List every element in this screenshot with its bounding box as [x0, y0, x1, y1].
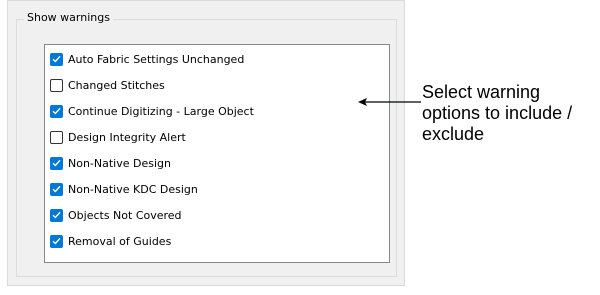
- checkmark-icon: [52, 185, 61, 193]
- checkbox[interactable]: [50, 104, 63, 118]
- checkbox-label: Objects Not Covered: [68, 208, 182, 222]
- warnings-checklist: Auto Fabric Settings Unchanged Changed S…: [44, 44, 390, 263]
- checkbox-label: Design Integrity Alert: [68, 130, 186, 144]
- checkbox-item-auto-fabric-settings-unchanged[interactable]: Auto Fabric Settings Unchanged: [50, 50, 244, 68]
- checkmark-icon: [52, 55, 61, 63]
- settings-panel: Show warnings Auto Fabric Settings Uncha…: [7, 0, 405, 286]
- checkbox[interactable]: [50, 156, 63, 170]
- checkbox-item-design-integrity-alert[interactable]: Design Integrity Alert: [50, 128, 186, 146]
- callout-line: Select warning: [422, 82, 541, 102]
- checkbox-item-removal-of-guides[interactable]: Removal of Guides: [50, 232, 171, 250]
- checkmark-icon: [52, 211, 61, 219]
- checkmark-icon: [52, 237, 61, 245]
- checkbox[interactable]: [50, 234, 63, 248]
- checkbox-label: Continue Digitizing - Large Object: [68, 104, 254, 118]
- callout-arrow-icon: [358, 98, 421, 106]
- checkbox-item-objects-not-covered[interactable]: Objects Not Covered: [50, 206, 182, 224]
- checkbox[interactable]: [50, 208, 63, 222]
- checkbox[interactable]: [50, 182, 63, 196]
- checkbox[interactable]: [50, 52, 63, 66]
- callout-line: options to include /: [422, 103, 573, 123]
- checkbox-label: Changed Stitches: [68, 78, 165, 92]
- checkbox-label: Removal of Guides: [68, 234, 172, 248]
- checkbox-item-non-native-design[interactable]: Non-Native Design: [50, 154, 171, 172]
- checkbox-label: Auto Fabric Settings Unchanged: [68, 52, 245, 66]
- callout-text: Select warning options to include / excl…: [422, 82, 600, 145]
- checkbox-item-continue-digitizing[interactable]: Continue Digitizing - Large Object: [50, 102, 254, 120]
- checkmark-icon: [52, 107, 61, 115]
- checkbox[interactable]: [50, 78, 63, 92]
- group-title: Show warnings: [24, 11, 113, 25]
- checkbox-label: Non-Native Design: [68, 156, 171, 170]
- checkmark-icon: [52, 159, 61, 167]
- checkbox-label: Non-Native KDC Design: [68, 182, 198, 196]
- callout-line: exclude: [422, 124, 485, 144]
- checkbox[interactable]: [50, 130, 63, 144]
- checkbox-item-non-native-kdc-design[interactable]: Non-Native KDC Design: [50, 180, 198, 198]
- checkbox-item-changed-stitches[interactable]: Changed Stitches: [50, 76, 165, 94]
